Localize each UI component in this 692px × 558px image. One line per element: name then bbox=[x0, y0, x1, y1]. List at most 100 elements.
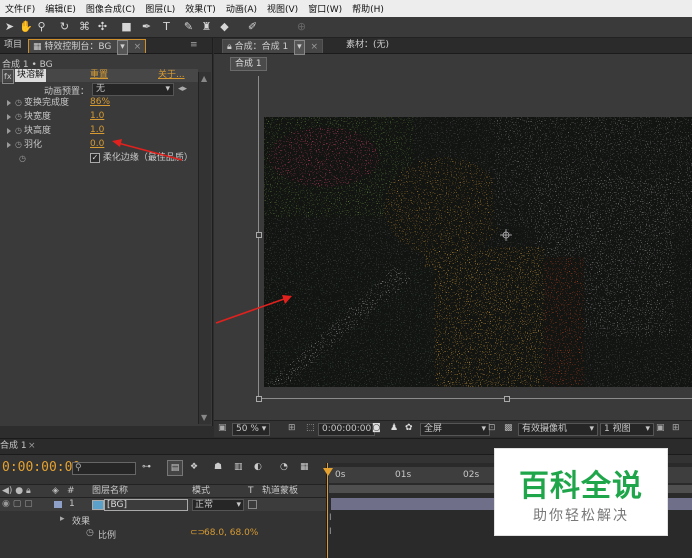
menu-bar: 文件(F) 编辑(E) 图像合成(C) 图层(L) 效果(T) 动画(A) 视图… bbox=[0, 0, 692, 18]
brush-tool-icon[interactable]: ✎ bbox=[182, 20, 195, 33]
timeline-timecode[interactable]: 0:00:00:00 bbox=[2, 460, 80, 475]
layer-row[interactable]: ◉ ▢ ▢ 1 [BG] 正常 ▾ bbox=[0, 498, 326, 511]
roi-icon[interactable]: ⊡ bbox=[488, 423, 496, 433]
frame-blending-icon[interactable]: ▥ bbox=[234, 462, 243, 472]
tab-composition[interactable]: 🔒︎ 合成：合成 1 ▾ × bbox=[222, 39, 324, 55]
always-preview-icon[interactable]: ▣ bbox=[218, 423, 227, 433]
layer-name[interactable]: [BG] bbox=[104, 499, 188, 511]
footage-icon bbox=[92, 500, 104, 510]
motion-blur-icon[interactable]: ◐ bbox=[254, 462, 262, 472]
stopwatch-icon[interactable]: ◷ bbox=[86, 528, 94, 538]
column-mode[interactable]: 模式 bbox=[192, 485, 210, 497]
annotation-arrow-head bbox=[112, 139, 122, 147]
menu-help[interactable]: 帮助(H) bbox=[347, 2, 389, 15]
lock-icon: 🔒︎ bbox=[227, 42, 235, 52]
visibility-icon[interactable]: ◉ ▢ ▢ bbox=[2, 498, 33, 511]
current-time-indicator[interactable] bbox=[327, 463, 328, 558]
column-source-name[interactable]: 图层名称 bbox=[92, 485, 128, 497]
camera-snapshot-icon[interactable]: ◙ bbox=[372, 423, 381, 433]
camera-orbit-tool-icon[interactable]: ⌘ bbox=[78, 20, 91, 33]
blend-mode-value: 正常 bbox=[195, 500, 214, 510]
tab-close-icon[interactable]: × bbox=[28, 440, 36, 453]
av-switches-icon[interactable]: ◀) ● 🔒︎ bbox=[2, 485, 31, 497]
channel-icon[interactable]: ✿ bbox=[405, 423, 413, 433]
graph-editor-icon[interactable]: ▦ bbox=[300, 462, 309, 472]
hide-shy-layers-icon[interactable]: ☗ bbox=[214, 462, 222, 472]
draft-3d-icon[interactable]: ❖ bbox=[190, 462, 198, 472]
column-trkmat[interactable]: 轨道蒙板 bbox=[262, 485, 298, 497]
puppet-tool-icon[interactable]: ✐ bbox=[246, 20, 259, 33]
ruler-tick: 0s bbox=[335, 470, 346, 480]
menu-file[interactable]: 文件(F) bbox=[0, 2, 40, 15]
rectangle-tool-icon[interactable]: ■ bbox=[120, 20, 133, 33]
pan-behind-tool-icon[interactable]: ✣ bbox=[96, 20, 109, 33]
rotate-tool-icon[interactable]: ↻ bbox=[58, 20, 71, 33]
zoom-tool-icon[interactable]: ⚲ bbox=[35, 20, 48, 33]
scroll-up-icon[interactable]: ▲ bbox=[201, 74, 207, 83]
resolution-dropdown[interactable]: 全屏 ▾ bbox=[420, 423, 490, 436]
pen-tool-icon[interactable]: ✒ bbox=[140, 20, 153, 33]
label-tag-icon[interactable]: ◈ bbox=[52, 485, 59, 497]
layer-index: 1 bbox=[69, 499, 75, 509]
frame-handle[interactable] bbox=[256, 396, 262, 402]
zoom-value: 50 % bbox=[236, 424, 259, 434]
views-dropdown[interactable]: 1 视图 ▾ bbox=[600, 423, 654, 436]
watermark-logo: 百科全说 助你轻松解决 bbox=[494, 448, 668, 536]
comp-breadcrumb-button[interactable]: 合成 1 bbox=[230, 57, 267, 71]
menu-edit[interactable]: 编辑(E) bbox=[40, 2, 81, 15]
dissolved-image bbox=[264, 117, 692, 387]
transparency-grid-icon[interactable]: ▩ bbox=[504, 423, 513, 433]
menu-animation[interactable]: 动画(A) bbox=[221, 2, 262, 15]
zoom-dropdown[interactable]: 50 % ▾ bbox=[232, 423, 271, 436]
search-icon: ⚲ bbox=[75, 463, 82, 473]
toggle-pixel-aspect-icon[interactable]: ▣ bbox=[656, 423, 665, 433]
camera-value: 有效摄像机 bbox=[522, 424, 568, 434]
current-time-field[interactable]: 0:00:00:00 bbox=[318, 423, 376, 436]
tab-close-icon[interactable]: × bbox=[311, 42, 319, 52]
layer-search-input[interactable]: ⚲ bbox=[72, 462, 136, 475]
menu-layer[interactable]: 图层(L) bbox=[140, 2, 180, 15]
selection-tool-icon[interactable]: ➤ bbox=[3, 20, 16, 33]
brainstorm-icon[interactable]: ◔ bbox=[280, 462, 288, 472]
tools-bar: ➤ ✋ ⚲ ↻ ⌘ ✣ ■ ✒ T ✎ ♜ ◆ ✐ ⊕ bbox=[0, 17, 692, 38]
viewer-controls-bar: ▣ 50 % ▾ ⊞ ⬚ 0:00:00:00 ◙ ♟ ✿ 全屏 ▾ ⊡ ▩ 有效… bbox=[214, 420, 692, 437]
layer-column-header: ◀) ● 🔒︎ ◈ # 图层名称 模式 T 轨道蒙板 bbox=[0, 484, 326, 498]
left-panel-scrollbar[interactable]: ▲ ▼ bbox=[198, 72, 211, 424]
show-snapshot-icon[interactable]: ♟ bbox=[390, 423, 398, 433]
scale-value[interactable]: 68.0, 68.0% bbox=[204, 528, 258, 538]
effects-group[interactable]: 效果 bbox=[72, 514, 90, 527]
constrain-proportions-icon[interactable]: ⊂⊃ bbox=[190, 528, 205, 538]
menu-effect[interactable]: 效果(T) bbox=[180, 2, 221, 15]
layer-label-color[interactable] bbox=[54, 501, 62, 508]
frame-handle[interactable] bbox=[504, 396, 510, 402]
text-tool-icon[interactable]: T bbox=[160, 20, 173, 33]
composition-canvas[interactable] bbox=[264, 117, 692, 387]
frame-handle[interactable] bbox=[256, 232, 262, 238]
hand-tool-icon[interactable]: ✋ bbox=[19, 20, 33, 33]
camera-dropdown[interactable]: 有效摄像机 ▾ bbox=[518, 423, 598, 436]
live-update-icon[interactable]: ▤ bbox=[167, 460, 183, 476]
annotation-arrow-line bbox=[215, 298, 285, 324]
annotation-arrow-line bbox=[117, 142, 183, 161]
region-icon[interactable]: ⬚ bbox=[306, 423, 315, 433]
clone-stamp-tool-icon[interactable]: ♜ bbox=[200, 20, 213, 33]
comp-tab-label: 合成：合成 1 bbox=[234, 42, 289, 52]
keyframe-marker-icon: I bbox=[329, 527, 332, 537]
playhead-icon[interactable] bbox=[323, 468, 333, 476]
resolution-value: 全屏 bbox=[424, 424, 443, 434]
tab-footage[interactable]: 素材：(无) bbox=[342, 39, 393, 52]
fast-previews-icon[interactable]: ⊞ bbox=[672, 423, 680, 433]
blend-mode-dropdown[interactable]: 正常 ▾ bbox=[192, 499, 244, 511]
menu-view[interactable]: 视图(V) bbox=[262, 2, 303, 15]
preserve-transparency-checkbox[interactable] bbox=[248, 500, 257, 509]
expand-triangle-icon[interactable]: ▸ bbox=[60, 514, 65, 524]
tab-dropdown-icon[interactable]: ▾ bbox=[294, 40, 305, 55]
scroll-down-icon[interactable]: ▼ bbox=[201, 413, 207, 422]
grid-icon[interactable]: ⊞ bbox=[288, 423, 296, 433]
eraser-tool-icon[interactable]: ◆ bbox=[218, 20, 231, 33]
comp-mini-flowchart-icon[interactable]: ⊶ bbox=[142, 462, 151, 472]
annotation-arrow-left-panel bbox=[112, 139, 183, 161]
menu-window[interactable]: 窗口(W) bbox=[303, 2, 347, 15]
menu-composition[interactable]: 图像合成(C) bbox=[81, 2, 140, 15]
tab-timeline-comp[interactable]: 合成 1 bbox=[0, 440, 27, 453]
